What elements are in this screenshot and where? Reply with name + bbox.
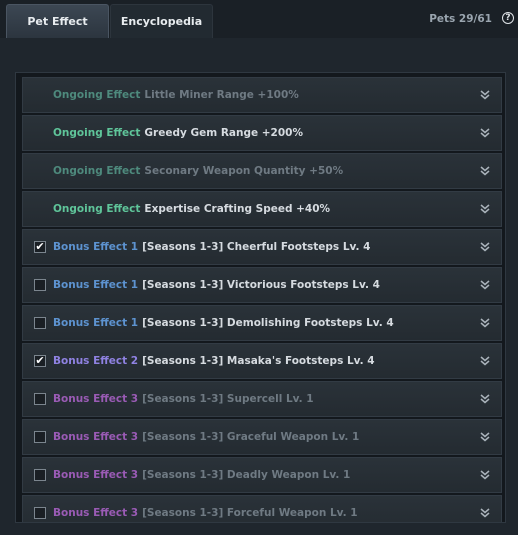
effect-row[interactable]: Ongoing Effect Little Miner Range +100% xyxy=(22,77,502,113)
effect-row[interactable]: Bonus Effect 3 [Seasons 1-3] Supercell Lv… xyxy=(22,381,502,417)
chevron-down-icon[interactable] xyxy=(480,432,490,444)
chevron-down-icon[interactable] xyxy=(480,470,490,482)
effect-row[interactable]: Bonus Effect 1 [Seasons 1-3] Victorious F… xyxy=(22,267,502,303)
tab-pet-effect[interactable]: Pet Effect xyxy=(6,4,109,38)
chevron-down-icon[interactable] xyxy=(480,204,490,216)
chevron-down-icon[interactable] xyxy=(480,394,490,406)
effect-label: Bonus Effect 3 [Seasons 1-3] Supercell Lv… xyxy=(53,393,314,405)
effect-list-panel: Ongoing Effect Little Miner Range +100% On… xyxy=(15,72,506,523)
effect-row[interactable]: Ongoing Effect Expertise Crafting Speed +… xyxy=(22,191,502,227)
effect-row[interactable]: Bonus Effect 3 [Seasons 1-3] Forceful Wea… xyxy=(22,495,502,522)
effect-type: Ongoing Effect xyxy=(53,89,141,101)
effect-type: Ongoing Effect xyxy=(53,165,141,177)
effect-description: [Seasons 1-3] Graceful Weapon Lv. 1 xyxy=(142,431,360,443)
checkbox-checked[interactable]: ✔ xyxy=(34,241,46,253)
effect-label: Ongoing Effect Expertise Crafting Speed +… xyxy=(53,203,330,215)
effect-type: Ongoing Effect xyxy=(53,203,141,215)
effect-row[interactable]: Bonus Effect 3 [Seasons 1-3] Deadly Weapo… xyxy=(22,457,502,493)
top-bar: Pet Effect Encyclopedia Pets 29/61 ? xyxy=(0,0,518,38)
effect-description: [Seasons 1-3] Victorious Footsteps Lv. 4 xyxy=(142,279,380,291)
effect-label: Bonus Effect 3 [Seasons 1-3] Deadly Weapo… xyxy=(53,469,350,481)
effect-label: Ongoing Effect Greedy Gem Range +200% xyxy=(53,127,303,139)
effect-type: Bonus Effect 1 xyxy=(53,279,139,291)
checkbox[interactable] xyxy=(34,507,46,519)
effect-type: Bonus Effect 3 xyxy=(53,431,139,443)
effect-description: Little Miner Range +100% xyxy=(144,89,299,101)
effect-row[interactable]: ✔ Bonus Effect 2 [Seasons 1-3] Masaka's Fo… xyxy=(22,343,502,379)
effect-label: Bonus Effect 3 [Seasons 1-3] Forceful Wea… xyxy=(53,507,358,519)
effect-description: [Seasons 1-3] Deadly Weapon Lv. 1 xyxy=(142,469,351,481)
effect-row[interactable]: Ongoing Effect Seconary Weapon Quantity +… xyxy=(22,153,502,189)
effect-type: Bonus Effect 1 xyxy=(53,241,139,253)
effect-description: Greedy Gem Range +200% xyxy=(144,127,303,139)
effect-list: Ongoing Effect Little Miner Range +100% On… xyxy=(22,77,502,522)
effect-label: Ongoing Effect Little Miner Range +100% xyxy=(53,89,299,101)
chevron-down-icon[interactable] xyxy=(480,508,490,520)
effect-description: [Seasons 1-3] Forceful Weapon Lv. 1 xyxy=(142,507,358,519)
checkbox-checked[interactable]: ✔ xyxy=(34,355,46,367)
effect-description: [Seasons 1-3] Masaka's Footsteps Lv. 4 xyxy=(142,355,375,367)
effect-description: Seconary Weapon Quantity +50% xyxy=(144,165,344,177)
chevron-down-icon[interactable] xyxy=(480,128,490,140)
effect-row[interactable]: Ongoing Effect Greedy Gem Range +200% xyxy=(22,115,502,151)
effect-description: Expertise Crafting Speed +40% xyxy=(144,203,331,215)
effect-row[interactable]: Bonus Effect 1 [Seasons 1-3] Demolishing … xyxy=(22,305,502,341)
checkbox[interactable] xyxy=(34,469,46,481)
chevron-down-icon[interactable] xyxy=(480,280,490,292)
effect-label: Bonus Effect 2 [Seasons 1-3] Masaka's Foo… xyxy=(53,355,375,367)
effect-description: [Seasons 1-3] Demolishing Footsteps Lv. … xyxy=(142,317,394,329)
effect-type: Bonus Effect 2 xyxy=(53,355,139,367)
effect-label: Bonus Effect 3 [Seasons 1-3] Graceful Wea… xyxy=(53,431,359,443)
checkbox[interactable] xyxy=(34,279,46,291)
effect-description: [Seasons 1-3] Cheerful Footsteps Lv. 4 xyxy=(142,241,371,253)
effect-label: Ongoing Effect Seconary Weapon Quantity +… xyxy=(53,165,343,177)
effect-label: Bonus Effect 1 [Seasons 1-3] Demolishing … xyxy=(53,317,394,329)
effect-label: Bonus Effect 1 [Seasons 1-3] Victorious F… xyxy=(53,279,380,291)
chevron-down-icon[interactable] xyxy=(480,356,490,368)
effect-row[interactable]: Bonus Effect 3 [Seasons 1-3] Graceful Wea… xyxy=(22,419,502,455)
effect-type: Bonus Effect 3 xyxy=(53,469,139,481)
chevron-down-icon[interactable] xyxy=(480,318,490,330)
checkbox[interactable] xyxy=(34,317,46,329)
chevron-down-icon[interactable] xyxy=(480,242,490,254)
effect-type: Ongoing Effect xyxy=(53,127,141,139)
question-circle-icon[interactable]: ? xyxy=(502,12,514,24)
tab-encyclopedia[interactable]: Encyclopedia xyxy=(110,4,213,38)
effect-type: Bonus Effect 3 xyxy=(53,507,139,519)
checkbox[interactable] xyxy=(34,431,46,443)
effect-description: [Seasons 1-3] Supercell Lv. 1 xyxy=(142,393,314,405)
chevron-down-icon[interactable] xyxy=(480,90,490,102)
effect-type: Bonus Effect 1 xyxy=(53,317,139,329)
pets-count: Pets 29/61 xyxy=(429,13,492,25)
checkbox[interactable] xyxy=(34,393,46,405)
effect-type: Bonus Effect 3 xyxy=(53,393,139,405)
effect-row[interactable]: ✔ Bonus Effect 1 [Seasons 1-3] Cheerful Fo… xyxy=(22,229,502,265)
chevron-down-icon[interactable] xyxy=(480,166,490,178)
effect-label: Bonus Effect 1 [Seasons 1-3] Cheerful Foo… xyxy=(53,241,370,253)
